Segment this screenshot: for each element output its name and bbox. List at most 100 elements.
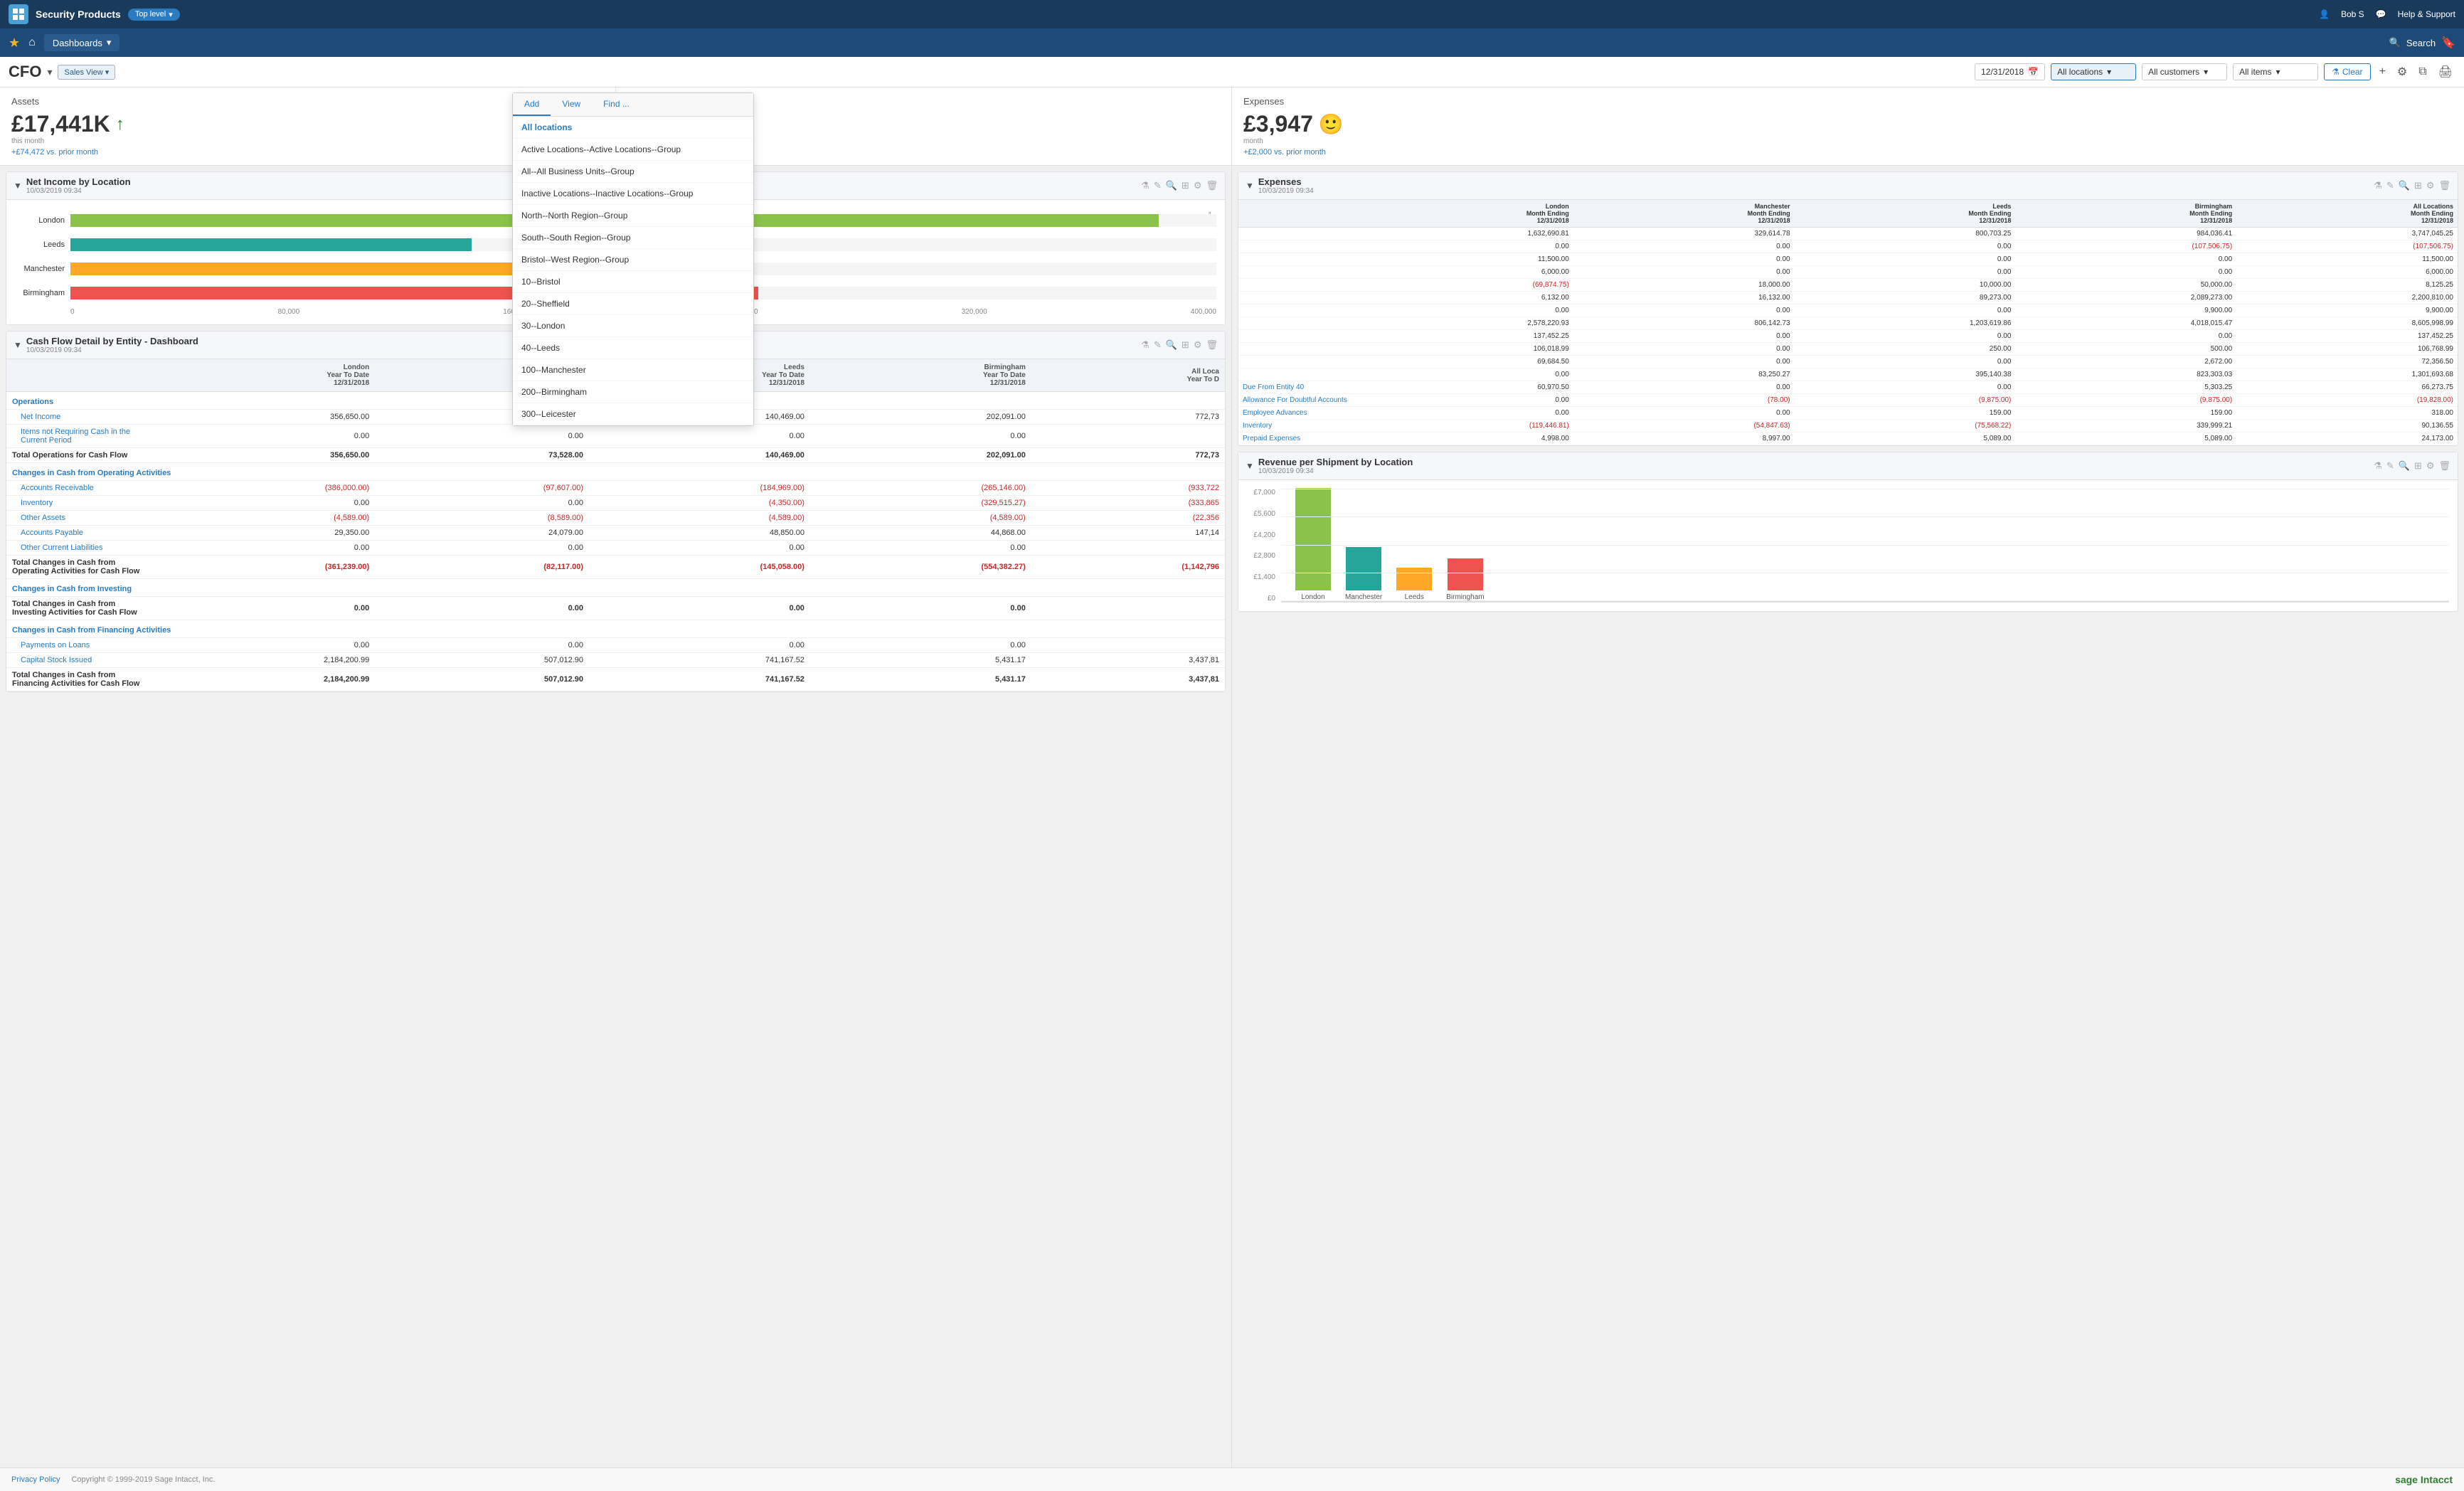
kpi-expenses: Expenses £3,947 🙂 month +£2,000 vs. prio… [1232,87,2464,165]
user-icon: 👤 [2319,9,2330,19]
allowance-link[interactable]: Allowance For Doubtful Accounts [1243,396,1347,404]
delete-icon-chart[interactable]: 🗑 [1206,180,1218,191]
dropdown-item-4[interactable]: North--North Region--Group [513,205,753,227]
clear-button[interactable]: ⚗ Clear [2324,63,2370,80]
zoom-icon-chart[interactable]: 🔍 [1166,180,1177,191]
zoom-icon-cf[interactable]: 🔍 [1166,339,1177,351]
dropdown-item-2[interactable]: All--All Business Units--Group [513,161,753,183]
user-name[interactable]: Bob S [2341,9,2364,19]
edit-icon-rev[interactable]: ✎ [2386,460,2394,472]
dropdown-item-8[interactable]: 20--Sheffield [513,293,753,315]
privacy-link[interactable]: Privacy Policy [11,1475,60,1484]
expand-icon-cf[interactable]: ⊞ [1181,339,1189,351]
operations-link[interactable]: Operations [12,398,53,406]
filter-icon-cf[interactable]: ⚗ [1141,339,1149,351]
dropdown-tab-find[interactable]: Find ... [592,93,641,116]
bookmark-icon[interactable]: 🔖 [2441,36,2455,50]
edit-icon-exp[interactable]: ✎ [2386,180,2394,191]
table-row-prepaid: Prepaid Expenses 4,998.008,997.005,089.0… [1238,433,2458,445]
customers-filter[interactable]: All customers ▾ [2142,63,2227,80]
dropdown-item-11[interactable]: 100--Manchester [513,359,753,381]
filter-icon-rev[interactable]: ⚗ [2374,460,2382,472]
expenses-table: LondonMonth Ending12/31/2018 ManchesterM… [1238,200,2458,445]
delete-icon-rev[interactable]: 🗑 [2438,460,2450,472]
settings-icon-cf[interactable]: ⚙ [1194,339,1202,351]
table-row: Accounts Payable 29,350.0024,079.0048,85… [6,526,1225,541]
search-nav[interactable]: 🔍 Search [2389,37,2436,48]
up-arrow-icon: ↑ [116,115,124,134]
inventory-link[interactable]: Inventory [1243,422,1272,430]
cfo-dropdown-btn[interactable]: ▾ [47,66,52,78]
zoom-icon-rev[interactable]: 🔍 [2399,460,2410,472]
delete-icon-exp[interactable]: 🗑 [2438,180,2450,191]
date-picker[interactable]: 12/31/2018 📅 [1975,63,2045,80]
table-row: 0.000.000.00(107,506.75)(107,506.75) [1238,240,2458,253]
dropdown-item-12[interactable]: 200--Birmingham [513,381,753,403]
copyright-text: Copyright © 1999-2019 Sage Intacct, Inc. [71,1475,215,1484]
investing-link[interactable]: Changes in Cash from Investing [12,585,132,593]
top-level-badge[interactable]: Top level ▾ [128,9,180,21]
op-changes-link[interactable]: Changes in Cash from Operating Activitie… [12,469,171,477]
expand-icon-chart[interactable]: ⊞ [1181,180,1189,191]
customers-chevron: ▾ [2204,67,2208,77]
dropdown-item-3[interactable]: Inactive Locations--Inactive Locations--… [513,183,753,205]
table-row-employee-advances: Employee Advances 0.000.00159.00159.0031… [1238,407,2458,420]
financing-link[interactable]: Changes in Cash from Financing Activitie… [12,626,171,635]
table-row-due-from: Due From Entity 40 60,970.500.000.005,30… [1238,381,2458,394]
sales-view-btn[interactable]: Sales View ▾ [58,65,115,80]
dropdown-item-10[interactable]: 40--Leeds [513,337,753,359]
location-filter[interactable]: All locations ▾ [2051,63,2136,80]
print-button[interactable]: 🖨 [2436,63,2455,80]
filter-icon-chart[interactable]: ⚗ [1141,180,1149,191]
items-chevron: ▾ [2276,67,2280,77]
dropdown-tab-view[interactable]: View [551,93,592,116]
filter-icon-exp[interactable]: ⚗ [2374,180,2382,191]
employee-advances-link[interactable]: Employee Advances [1243,409,1307,417]
help-link[interactable]: Help & Support [2398,9,2455,19]
favorite-icon[interactable]: ★ [9,36,20,51]
dropdown-item-13[interactable]: 300--Leicester [513,403,753,425]
settings-icon-chart[interactable]: ⚙ [1194,180,1202,191]
table-row: Total Operations for Cash Flow 356,650.0… [6,448,1225,463]
dropdown-tab-add[interactable]: Add [513,93,551,116]
vbar-manchester: Manchester [1345,547,1382,601]
location-chevron: ▾ [2107,67,2111,77]
table-row: Total Changes in Cash from Financing Act… [6,668,1225,691]
table-row: 1,632,690.81329,614.78800,703.25984,036.… [1238,228,2458,240]
dashboards-nav[interactable]: Dashboards ▾ [44,34,120,51]
edit-icon-chart[interactable]: ✎ [1154,180,1162,191]
app-name: Security Products [36,9,121,20]
revenue-chart: £7,000 £5,600 £4,200 £2,800 £1,400 £0 [1238,480,2458,611]
prepaid-link[interactable]: Prepaid Expenses [1243,435,1300,442]
table-row: Other Current Liabilities 0.000.000.000.… [6,541,1225,556]
dropdown-item-6[interactable]: Bristol--West Region--Group [513,249,753,271]
add-button[interactable]: + [2377,64,2389,80]
zoom-icon-exp[interactable]: 🔍 [2399,180,2410,191]
settings-icon-rev[interactable]: ⚙ [2426,460,2435,472]
settings-button[interactable]: ⚙ [2394,63,2410,80]
items-filter[interactable]: All items ▾ [2233,63,2318,80]
dropdown-item-1[interactable]: Active Locations--Active Locations--Grou… [513,139,753,161]
dropdown-item-7[interactable]: 10--Bristol [513,271,753,293]
home-icon[interactable]: ⌂ [28,36,36,49]
settings-icon-exp[interactable]: ⚙ [2426,180,2435,191]
dropdown-item-5[interactable]: South--South Region--Group [513,227,753,249]
expenses-section-header[interactable]: ▼ Expenses 10/03/2019 09:34 ⚗ ✎ 🔍 ⊞ ⚙ 🗑 [1238,172,2458,200]
due-from-link[interactable]: Due From Entity 40 [1243,383,1304,391]
table-row: Total Changes in Cash from Operating Act… [6,556,1225,579]
dropdown-item-0[interactable]: All locations [513,117,753,139]
vbar-leeds: Leeds [1396,568,1432,601]
dashboards-label: Dashboards [53,38,102,48]
table-row: 0.0083,250.27395,140.38823,303.031,301,6… [1238,368,2458,381]
expand-icon-rev[interactable]: ⊞ [2414,460,2422,472]
expand-icon-exp[interactable]: ⊞ [2414,180,2422,191]
table-row: Total Changes in Cash from Investing Act… [6,597,1225,620]
revenue-section-header[interactable]: ▼ Revenue per Shipment by Location 10/03… [1238,452,2458,480]
table-row: 6,000.000.000.000.006,000.00 [1238,266,2458,279]
copy-button[interactable]: ⧉ [2416,64,2429,80]
dropdown-item-9[interactable]: 30--London [513,315,753,337]
edit-icon-cf[interactable]: ✎ [1154,339,1162,351]
sage-intacct-logo: sage Intacct [2395,1474,2453,1485]
vbar-birmingham: Birmingham [1446,558,1484,601]
delete-icon-cf[interactable]: 🗑 [1206,339,1218,351]
